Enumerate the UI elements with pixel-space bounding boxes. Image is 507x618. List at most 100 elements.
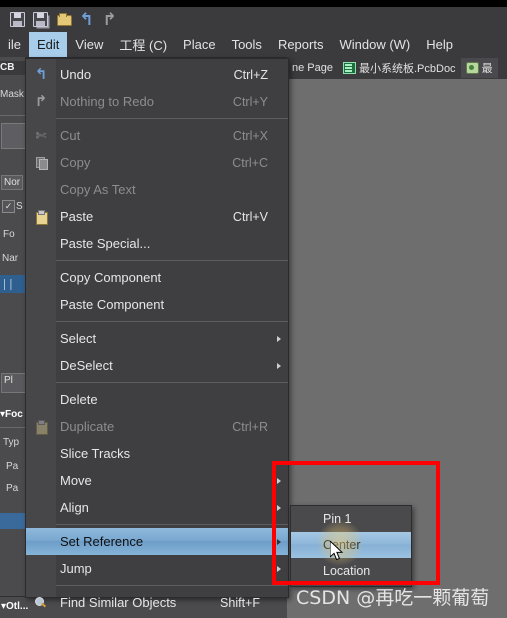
chevron-right-icon bbox=[277, 335, 281, 342]
menubar-label: Tools bbox=[231, 37, 262, 52]
menu-item-label: Cut bbox=[60, 128, 81, 143]
left-panel-label: Pa bbox=[6, 483, 19, 494]
menu-item-copy-component[interactable]: Copy Component bbox=[26, 264, 288, 291]
document-tab-label: ne Page bbox=[292, 62, 333, 74]
menubar-item-reports[interactable]: Reports bbox=[270, 32, 332, 57]
chevron-right-icon bbox=[277, 538, 281, 545]
menu-separator bbox=[56, 321, 288, 322]
left-panel-label: S bbox=[16, 201, 23, 212]
menu-separator bbox=[56, 524, 288, 525]
menu-item-copy: Copy Ctrl+C bbox=[26, 149, 288, 176]
menu-item-deselect[interactable]: DeSelect bbox=[26, 352, 288, 379]
menu-item-label: DeSelect bbox=[60, 358, 113, 373]
left-panel-label: Fo bbox=[3, 229, 15, 240]
menubar-item-view[interactable]: View bbox=[67, 32, 111, 57]
chevron-right-icon bbox=[277, 477, 281, 484]
menu-item-copy-as-text: Copy As Text bbox=[26, 176, 288, 203]
menu-item-paste-component[interactable]: Paste Component bbox=[26, 291, 288, 318]
submenu-item-label: Location bbox=[323, 564, 371, 578]
menu-item-paste-special[interactable]: Paste Special... bbox=[26, 230, 288, 257]
menubar-label: ile bbox=[8, 37, 22, 52]
left-panel-label: Foc bbox=[5, 409, 23, 420]
menu-item-move[interactable]: Move bbox=[26, 467, 288, 494]
left-panel-checkbox[interactable]: ✓ bbox=[2, 200, 15, 213]
menu-item-label: Paste bbox=[60, 209, 94, 224]
submenu-item-label: Center bbox=[323, 538, 361, 552]
edit-dropdown-menu: ↰ Undo Ctrl+Z ↱ Nothing to Redo Ctrl+Y ✄… bbox=[25, 58, 289, 610]
menu-item-accel: Ctrl+Y bbox=[232, 94, 268, 109]
document-tab-home-page[interactable]: ne Page bbox=[287, 58, 338, 78]
menu-item-undo[interactable]: ↰ Undo Ctrl+Z bbox=[26, 61, 288, 88]
menu-item-select[interactable]: Select bbox=[26, 325, 288, 352]
menu-item-duplicate: Duplicate Ctrl+R bbox=[26, 413, 288, 440]
main-toolbar: ↰ ↱ bbox=[0, 7, 507, 32]
left-panel-header-focus: ▾Foc bbox=[0, 409, 23, 420]
redo-icon[interactable]: ↱ bbox=[98, 8, 121, 31]
left-panel-label: Pl bbox=[4, 375, 13, 386]
submenu-item-location[interactable]: Location bbox=[291, 558, 411, 584]
menubar-item-help[interactable]: Help bbox=[418, 32, 461, 57]
menu-item-accel: Ctrl+C bbox=[232, 155, 268, 170]
submenu-item-label: Pin 1 bbox=[323, 512, 352, 526]
cut-icon: ✄ bbox=[35, 128, 47, 143]
menu-item-delete[interactable]: Delete bbox=[26, 386, 288, 413]
save-icon[interactable] bbox=[6, 8, 29, 31]
open-folder-icon[interactable] bbox=[52, 8, 75, 31]
menubar-item-window[interactable]: Window (W) bbox=[331, 32, 418, 57]
menu-item-align[interactable]: Align bbox=[26, 494, 288, 521]
schematic-icon bbox=[465, 62, 479, 74]
left-panel-label: Otl... bbox=[6, 601, 29, 612]
chevron-right-icon bbox=[277, 362, 281, 369]
save-all-icon[interactable] bbox=[29, 8, 52, 31]
submenu-item-pin-1[interactable]: Pin 1 bbox=[291, 506, 411, 532]
menu-item-label: Set Reference bbox=[60, 534, 144, 549]
menubar-label: Window (W) bbox=[339, 37, 411, 52]
left-docked-panel: CB Mask Nor ✓ S Fo Nar ││ Pl ▾Foc Typ Pa… bbox=[0, 57, 26, 617]
left-panel-button-pl[interactable]: Pl bbox=[1, 373, 25, 393]
menu-item-label: Paste Special... bbox=[60, 236, 151, 251]
menu-item-set-reference[interactable]: Set Reference bbox=[26, 528, 288, 555]
left-panel-label: Mask bbox=[0, 89, 24, 100]
menu-item-label: Nothing to Redo bbox=[60, 94, 154, 109]
menu-item-redo: ↱ Nothing to Redo Ctrl+Y bbox=[26, 88, 288, 115]
menu-item-find-similar-objects[interactable]: Find Similar Objects Shift+F bbox=[26, 589, 288, 616]
left-panel-label: Typ bbox=[3, 437, 20, 448]
menubar-item-tools[interactable]: Tools bbox=[224, 32, 270, 57]
left-panel-selected-row[interactable]: ││ bbox=[2, 279, 25, 290]
menu-item-accel: Ctrl+V bbox=[232, 209, 268, 224]
left-panel-label: CB bbox=[0, 62, 15, 73]
chevron-right-icon bbox=[277, 565, 281, 572]
undo-icon[interactable]: ↰ bbox=[75, 8, 98, 31]
menu-item-cut: ✄ Cut Ctrl+X bbox=[26, 122, 288, 149]
document-tab-schdoc[interactable]: 最 bbox=[460, 58, 498, 78]
redo-icon: ↱ bbox=[34, 93, 48, 110]
find-icon bbox=[26, 589, 56, 616]
menubar-item-project[interactable]: 工程 (C) bbox=[111, 32, 175, 57]
menubar-label: Help bbox=[426, 37, 453, 52]
left-panel-swatch[interactable] bbox=[1, 123, 25, 149]
left-panel-combo-normal[interactable]: Nor bbox=[1, 175, 24, 190]
duplicate-icon bbox=[26, 413, 56, 440]
menu-item-jump[interactable]: Jump bbox=[26, 555, 288, 582]
menu-item-label: Jump bbox=[60, 561, 92, 576]
menubar-item-edit[interactable]: Edit bbox=[29, 32, 68, 57]
menu-item-paste[interactable]: Paste Ctrl+V bbox=[26, 203, 288, 230]
menubar-item-place[interactable]: Place bbox=[175, 32, 224, 57]
menubar-label: Reports bbox=[277, 37, 324, 52]
menu-item-slice-tracks[interactable]: Slice Tracks bbox=[26, 440, 288, 467]
left-panel-label: Nar bbox=[2, 253, 19, 264]
menubar-item-file[interactable]: ile bbox=[0, 32, 29, 57]
left-panel-tab-pcb[interactable]: CB bbox=[0, 61, 25, 75]
document-tab-label: 最小系统板.PcbDoc bbox=[358, 63, 456, 75]
left-panel-label: Nor bbox=[4, 177, 21, 188]
menubar-label: Place bbox=[183, 37, 216, 52]
menu-separator bbox=[56, 382, 288, 383]
submenu-item-center[interactable]: Center bbox=[291, 532, 411, 558]
document-tab-pcbdoc[interactable]: 最小系统板.PcbDoc bbox=[338, 58, 461, 78]
left-panel-header-other: ▾Otl... bbox=[1, 601, 29, 612]
left-panel-text-nar: Nar bbox=[2, 253, 25, 264]
document-tab-strip: ne Page 最小系统板.PcbDoc 最 bbox=[287, 57, 507, 80]
menu-item-label: Paste Component bbox=[60, 297, 165, 312]
menu-item-label: Find Similar Objects bbox=[60, 595, 177, 610]
menu-item-label: Undo bbox=[60, 67, 92, 82]
